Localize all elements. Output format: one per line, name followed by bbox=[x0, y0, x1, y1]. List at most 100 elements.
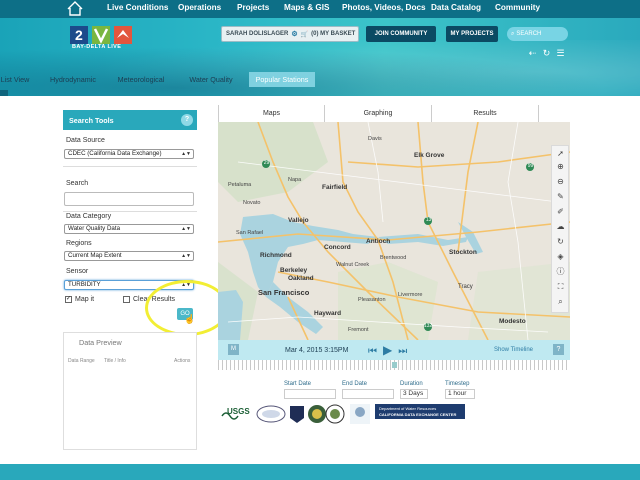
gear-icon[interactable]: ⚙ bbox=[291, 30, 297, 38]
usgs-logo-text: USGS bbox=[227, 407, 250, 416]
timestep-value: 1 hour bbox=[448, 390, 467, 397]
play-icon[interactable]: ▶ bbox=[383, 343, 398, 357]
user-account-box[interactable]: SARAH DOLISLAGER ⚙ 🛒 (0) MY BASKET bbox=[221, 26, 359, 42]
place-label: Petaluma bbox=[228, 182, 252, 188]
step-forward-icon[interactable]: ⏭ bbox=[398, 346, 413, 357]
pencil-icon[interactable]: ✎ bbox=[556, 192, 565, 201]
nav-data-catalog[interactable]: Data Catalog bbox=[431, 3, 481, 12]
regions-value: Current Map Extent bbox=[68, 252, 122, 259]
cloud-upload-icon[interactable]: ☁ bbox=[556, 222, 565, 231]
nav-live-conditions[interactable]: Live Conditions bbox=[107, 3, 168, 12]
footer-bar bbox=[0, 464, 640, 480]
home-icon[interactable] bbox=[66, 0, 84, 17]
place-label: Pleasanton bbox=[358, 297, 386, 303]
timeline-date: Mar 4, 2015 3:15PM bbox=[285, 347, 349, 354]
header-edge bbox=[0, 90, 8, 96]
my-projects-button[interactable]: MY PROJECTS bbox=[446, 26, 498, 42]
nav-maps-gis[interactable]: Maps & GIS bbox=[284, 3, 330, 12]
place-label: Novato bbox=[243, 200, 261, 206]
layers-icon[interactable]: ◈ bbox=[556, 252, 565, 261]
tab-list-view[interactable]: List View bbox=[0, 72, 30, 87]
data-source-select[interactable]: CDEC (California Data Exchange) ▲▼ bbox=[64, 149, 194, 159]
timeline-help-icon[interactable]: ? bbox=[553, 344, 564, 355]
map-view[interactable]: Elk Grove Fairfield Vallejo Concord Anti… bbox=[218, 122, 570, 340]
place-label: Berkeley bbox=[280, 267, 308, 274]
tab-hydrodynamic[interactable]: Hydrodynamic bbox=[40, 72, 106, 87]
zoom-out-icon[interactable]: ⊖ bbox=[556, 177, 565, 186]
arrow-left-icon[interactable]: ⇠ bbox=[528, 49, 537, 58]
search-label: Search bbox=[66, 180, 89, 187]
place-label: Napa bbox=[288, 177, 302, 183]
place-label: San Francisco bbox=[258, 288, 310, 297]
menu-list-icon[interactable]: ☰ bbox=[556, 49, 565, 58]
subtab-results[interactable]: Results bbox=[432, 105, 539, 122]
draw-line-icon[interactable]: ✐ bbox=[556, 207, 565, 216]
col-title-info: Title / Info bbox=[104, 358, 126, 364]
refresh-icon[interactable]: ↻ bbox=[542, 49, 551, 58]
clear-results-checkbox[interactable] bbox=[123, 296, 130, 303]
route-marker: 13 bbox=[425, 217, 432, 223]
step-back-icon[interactable]: ⏮ bbox=[368, 346, 383, 357]
nav-photos-videos-docs[interactable]: Photos, Videos, Docs bbox=[342, 3, 426, 12]
search-placeholder: SEARCH bbox=[516, 31, 542, 37]
nav-projects[interactable]: Projects bbox=[237, 3, 269, 12]
divider bbox=[63, 166, 197, 167]
place-label: Davis bbox=[368, 136, 382, 142]
pointer-icon[interactable]: ➚ bbox=[556, 149, 565, 158]
zoom-in-icon[interactable]: ⊕ bbox=[556, 162, 565, 171]
show-timeline-link[interactable]: Show Timeline bbox=[494, 347, 533, 353]
regions-label: Regions bbox=[66, 240, 92, 247]
data-source-value: CDEC (California Data Exchange) bbox=[68, 150, 162, 157]
search-tools-title: Search Tools bbox=[69, 115, 114, 125]
start-date-label: Start Date bbox=[284, 381, 312, 387]
timestep-label: Timestep bbox=[445, 381, 470, 387]
place-label: Brentwood bbox=[380, 255, 407, 261]
tab-meteorological[interactable]: Meteorological bbox=[108, 72, 174, 87]
start-date-input[interactable] bbox=[284, 389, 336, 399]
end-date-input[interactable] bbox=[342, 389, 394, 399]
site-search-input[interactable]: ⌕ SEARCH bbox=[507, 27, 568, 41]
map-it-label: Map it bbox=[75, 296, 95, 303]
partner-logos: USGS Department of Water Resources CALIF… bbox=[220, 402, 465, 426]
help-icon[interactable]: ? bbox=[181, 114, 193, 126]
place-label: Vallejo bbox=[288, 217, 309, 224]
place-label: Richmond bbox=[260, 252, 292, 259]
place-label: Livermore bbox=[398, 292, 423, 298]
route-marker: 99 bbox=[527, 163, 534, 169]
nav-operations[interactable]: Operations bbox=[178, 3, 221, 12]
data-preview-panel: Data Preview Data Range Title / Info Act… bbox=[63, 332, 197, 450]
user-name[interactable]: SARAH DOLISLAGER bbox=[226, 31, 288, 37]
my-basket-link[interactable]: (0) MY BASKET bbox=[311, 31, 355, 37]
rotate-icon[interactable]: ↻ bbox=[556, 237, 565, 246]
data-source-label: Data Source bbox=[66, 137, 105, 144]
search-text-input[interactable] bbox=[64, 192, 194, 206]
timeline-slider-handle[interactable] bbox=[392, 362, 397, 368]
end-date-label: End Date bbox=[342, 381, 368, 387]
timestep-select[interactable]: 1 hour bbox=[445, 389, 475, 399]
place-label: Fairfield bbox=[322, 184, 348, 191]
timeline-m-button[interactable]: M bbox=[228, 344, 239, 355]
subtab-maps[interactable]: Maps bbox=[218, 105, 325, 122]
select-arrow-icon: ▲▼ bbox=[181, 226, 191, 232]
place-label: Antioch bbox=[366, 238, 391, 245]
fullscreen-icon[interactable]: ⛶ bbox=[556, 282, 565, 291]
timeline-controls: ⏮▶⏭ bbox=[368, 343, 413, 357]
place-label: Tracy bbox=[458, 284, 473, 290]
tab-popular-stations[interactable]: Popular Stations bbox=[249, 72, 315, 87]
subtab-graphing[interactable]: Graphing bbox=[325, 105, 432, 122]
col-data-range: Data Range bbox=[68, 358, 95, 364]
join-community-button[interactable]: JOIN COMMUNITY bbox=[366, 26, 436, 42]
search-map-icon[interactable]: ⌕ bbox=[556, 297, 565, 306]
duration-value: 3 Days bbox=[403, 390, 424, 397]
sensor-label: Sensor bbox=[66, 268, 89, 275]
place-label: Stockton bbox=[449, 249, 477, 256]
info-icon[interactable]: ⓘ bbox=[556, 267, 565, 276]
regions-select[interactable]: Current Map Extent ▲▼ bbox=[64, 251, 194, 261]
map-it-checkbox[interactable]: ✓ bbox=[65, 296, 72, 303]
tab-water-quality[interactable]: Water Quality bbox=[180, 72, 242, 87]
duration-select[interactable]: 3 Days bbox=[400, 389, 428, 399]
place-label: Fremont bbox=[348, 327, 369, 333]
data-category-select[interactable]: Water Quality Data ▲▼ bbox=[64, 224, 194, 234]
nav-community[interactable]: Community bbox=[495, 3, 540, 12]
place-label: San Rafael bbox=[236, 230, 264, 236]
